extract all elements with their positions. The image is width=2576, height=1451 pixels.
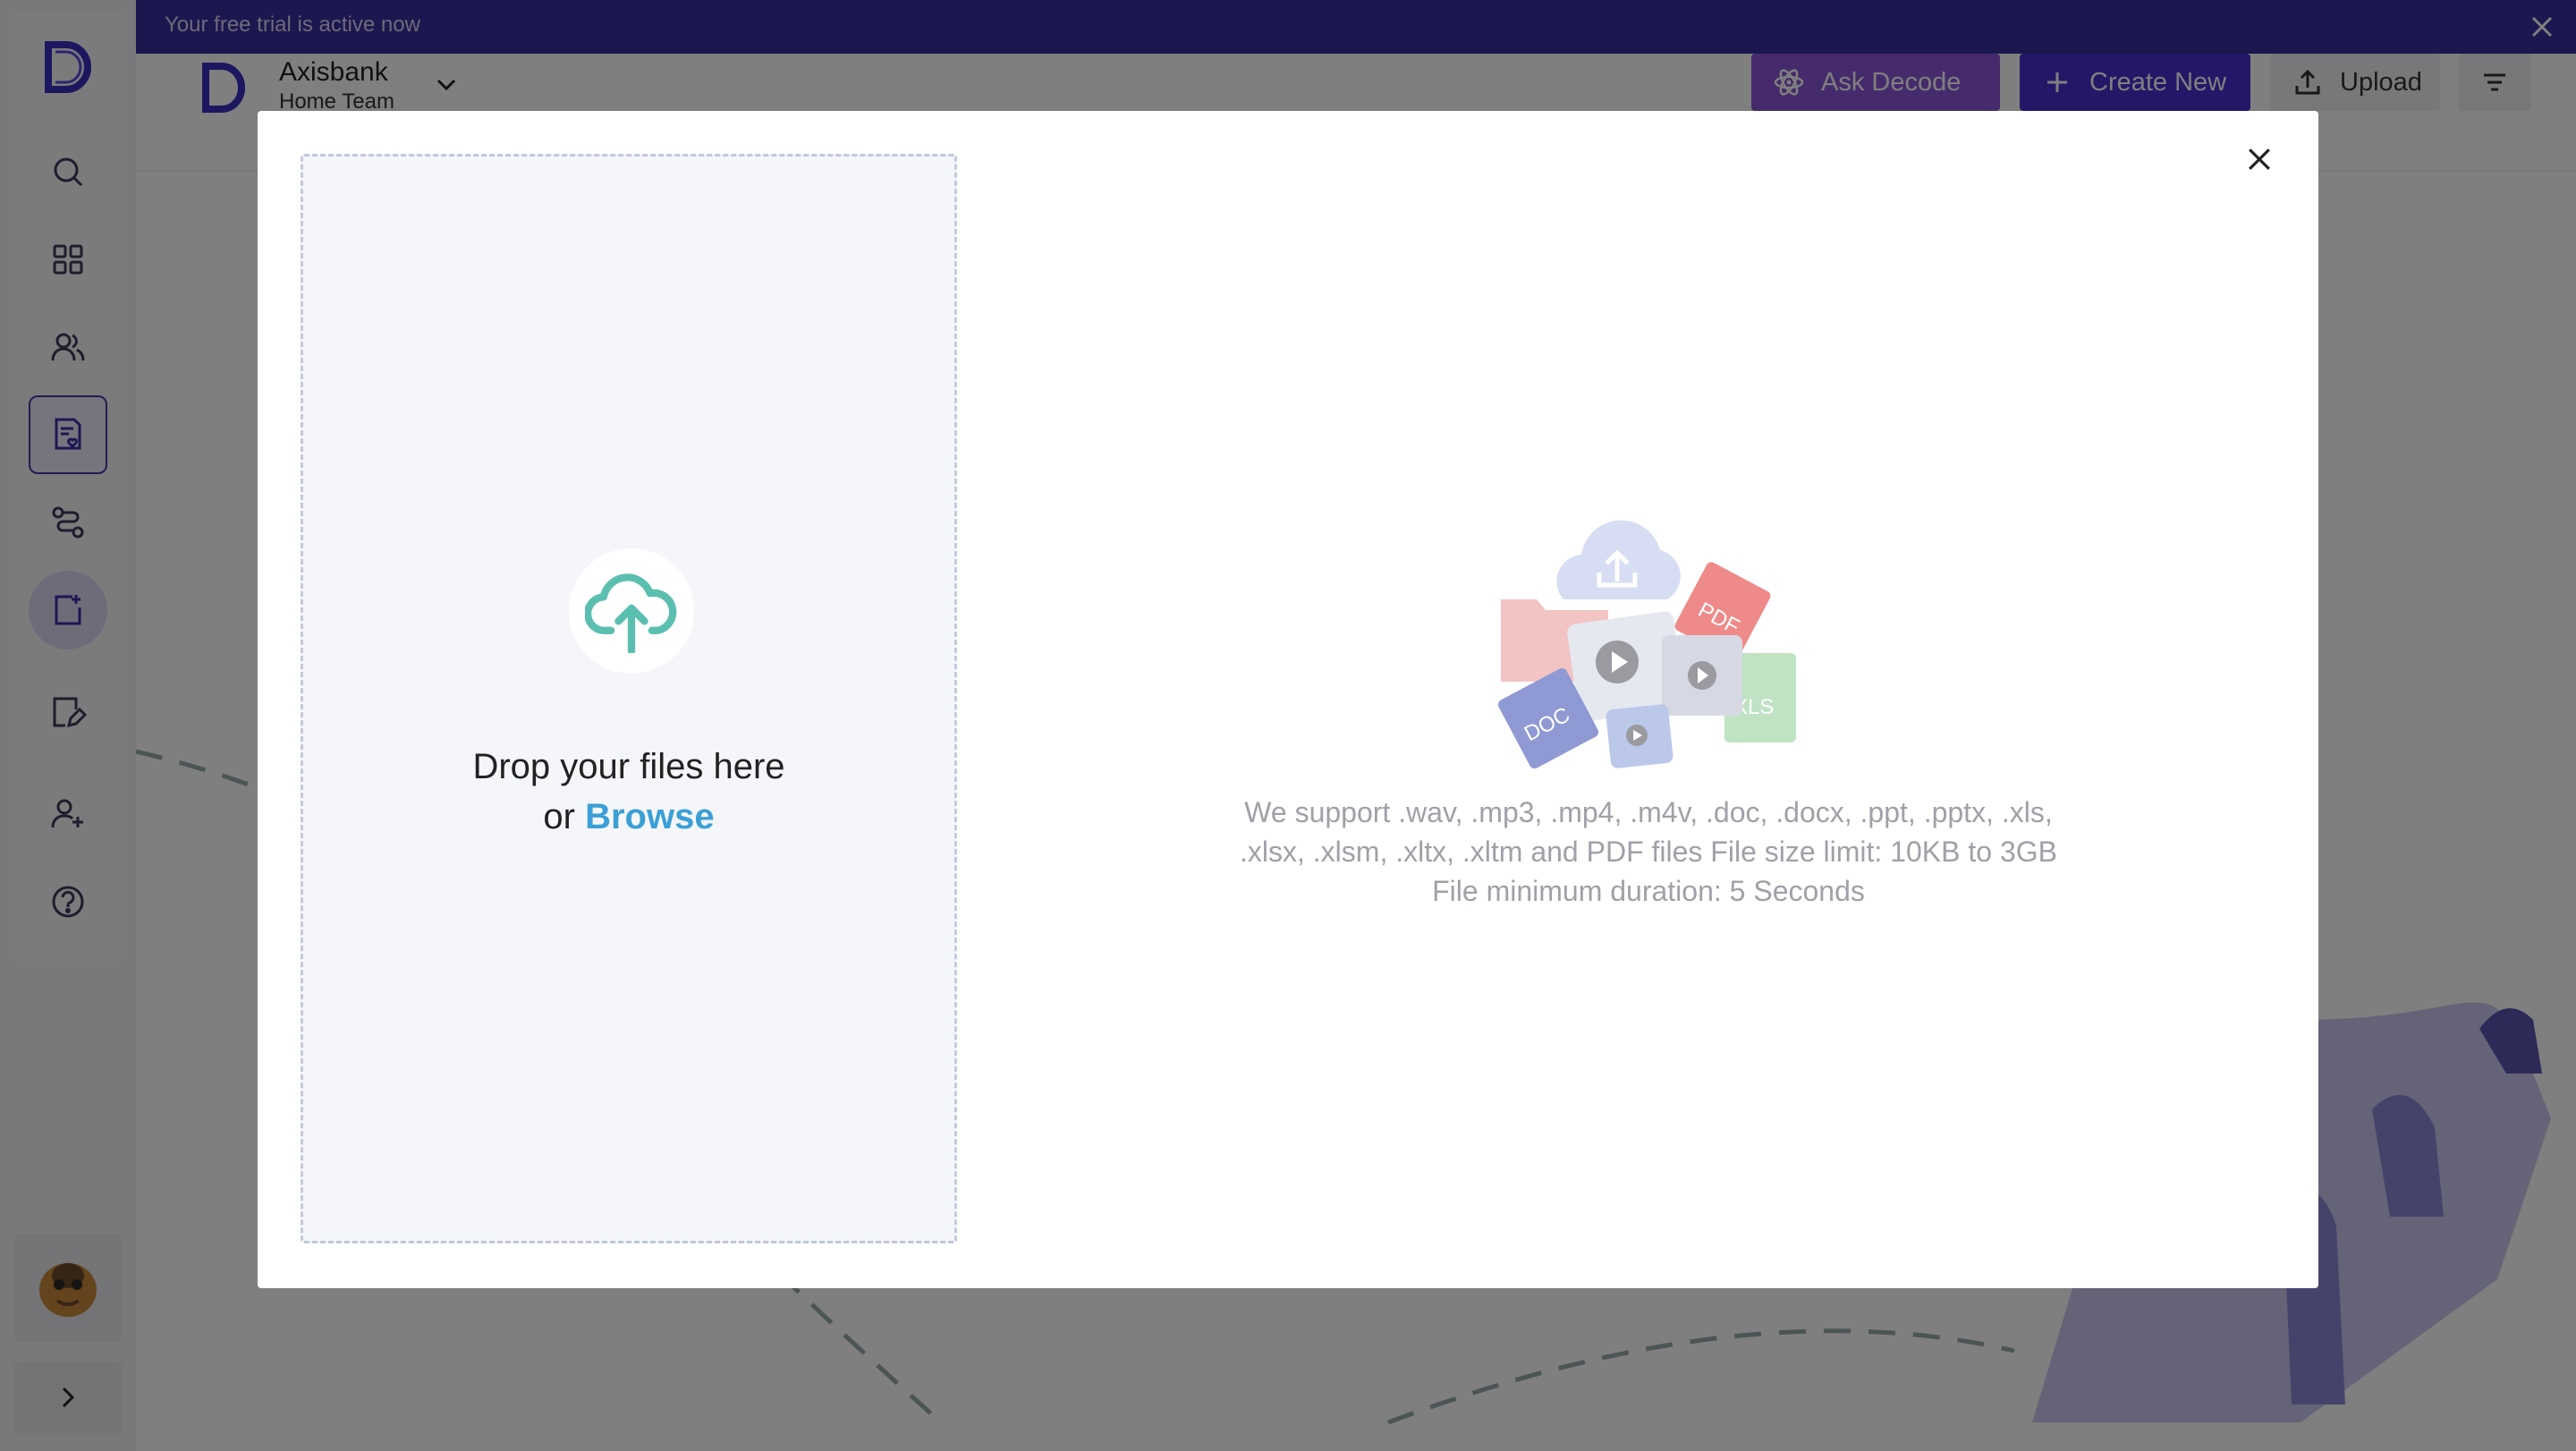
upload-modal: Drop your files here or Browse PDF XLS D…: [258, 111, 2318, 1288]
audio-file-icon: [1662, 635, 1742, 716]
cloud-icon: [1556, 520, 1681, 599]
drop-files-text: Drop your files here: [472, 747, 785, 786]
upload-cloud-badge: [569, 548, 694, 674]
browse-line: or Browse: [303, 797, 954, 837]
supported-formats-text: We support .wav, .mp3, .mp4, .m4v, .doc,…: [1240, 796, 2057, 907]
browse-link[interactable]: Browse: [585, 797, 715, 836]
small-video-icon: [1606, 704, 1674, 768]
or-text: or: [543, 797, 575, 836]
cloud-upload-icon: [585, 573, 677, 653]
file-types-illustration: PDF XLS DOC: [1497, 520, 1796, 769]
modal-close-button[interactable]: [2233, 132, 2286, 186]
close-icon: [2249, 148, 2270, 170]
file-dropzone[interactable]: Drop your files here or Browse: [301, 154, 957, 1243]
